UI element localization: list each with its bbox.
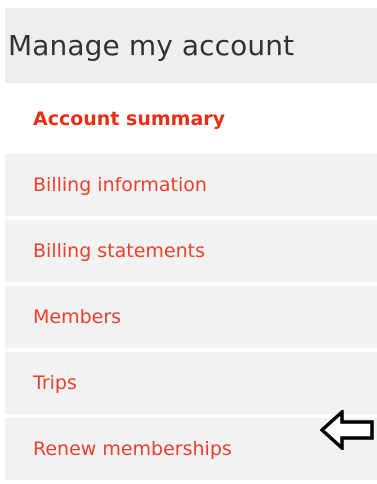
left-arrow-icon (320, 410, 374, 450)
nav-item-label: Account summary (33, 108, 226, 130)
nav-item-billing-statements[interactable]: Billing statements (5, 220, 377, 282)
nav-item-billing-information[interactable]: Billing information (5, 154, 377, 216)
nav-item-label: Billing information (33, 174, 207, 196)
nav-item-label: Billing statements (33, 240, 206, 262)
panel-header: Manage my account (5, 8, 377, 83)
nav-item-label: Renew memberships (33, 438, 232, 460)
nav-item-label: Members (33, 306, 122, 328)
nav-item-account-summary[interactable]: Account summary (5, 88, 377, 150)
nav-item-label: Trips (33, 372, 77, 394)
account-nav-panel: Manage my account Account summary Billin… (0, 0, 377, 480)
panel-title: Manage my account (8, 29, 295, 62)
nav-item-trips[interactable]: Trips (5, 352, 377, 414)
nav-item-members[interactable]: Members (5, 286, 377, 348)
